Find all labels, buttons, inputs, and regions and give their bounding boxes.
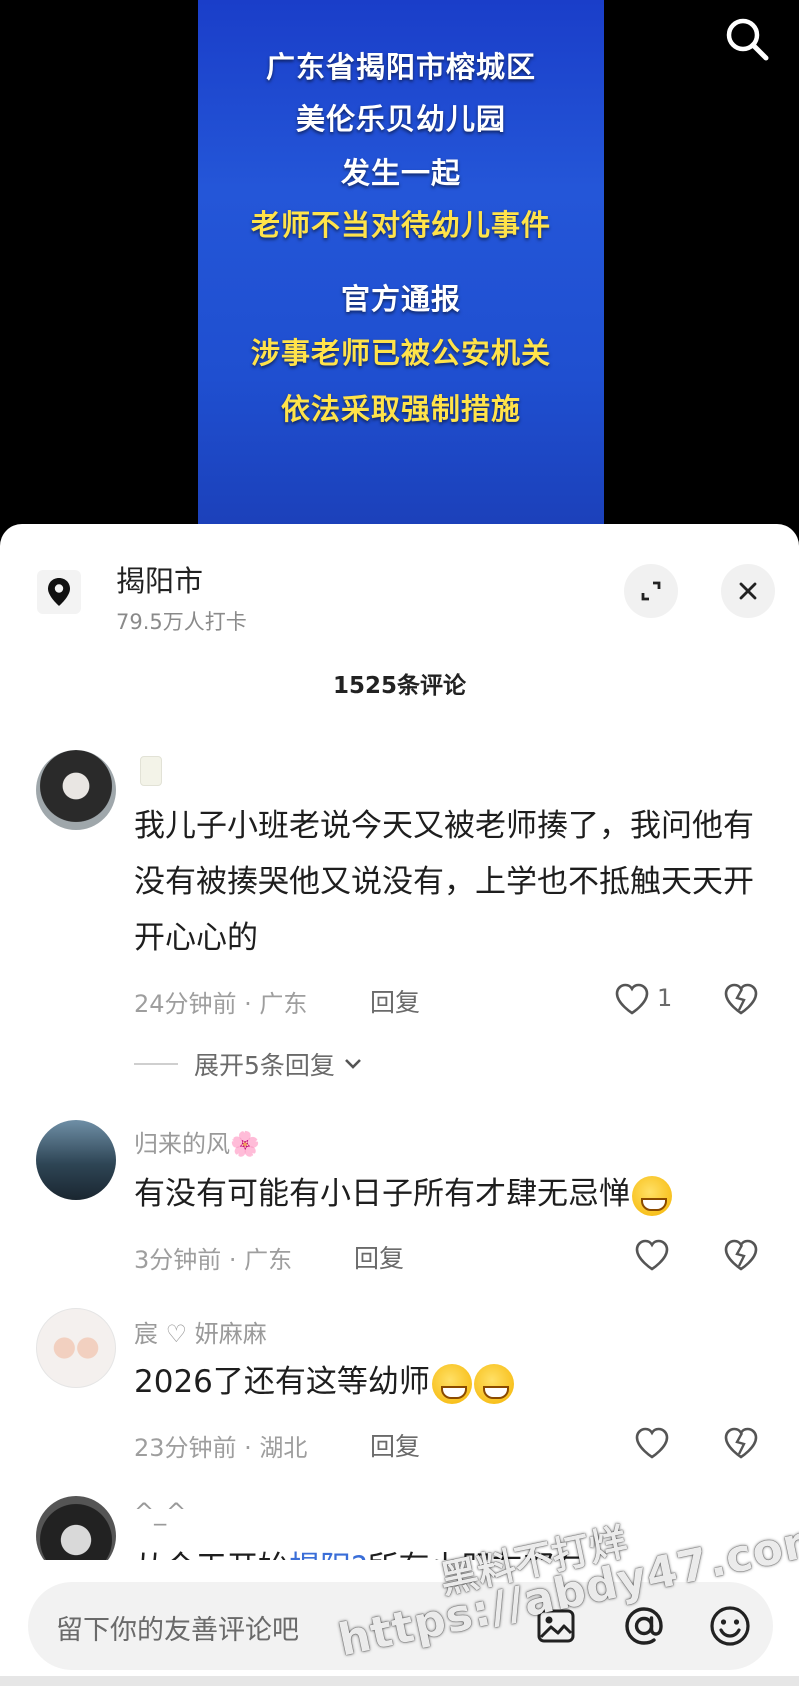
reply-button[interactable]: 回复 (354, 1239, 404, 1275)
grin-sweat-emoji-icon (473, 1363, 514, 1404)
bottom-divider (0, 1676, 799, 1686)
avatar[interactable] (36, 1120, 116, 1200)
comment-username[interactable]: ^_^ (134, 1498, 186, 1526)
comment-time-location: 23分钟前 · 湖北 (134, 1434, 308, 1462)
dislike-icon[interactable] (722, 981, 760, 1017)
video-caption-line: 广东省揭阳市榕城区 (265, 50, 536, 84)
location-checkins: 79.5万人打卡 (116, 610, 247, 634)
close-icon (739, 582, 757, 600)
video-caption-line: 美伦乐贝幼儿园 (295, 102, 506, 136)
like-icon[interactable] (634, 1238, 670, 1272)
reply-button[interactable]: 回复 (370, 1427, 420, 1463)
expand-replies-button[interactable]: 展开5条回复 (134, 1046, 365, 1082)
video-caption-line: 涉事老师已被公安机关 (250, 336, 551, 370)
comment-time-location: 24分钟前 · 广东 (134, 990, 308, 1018)
user-badge-icon (140, 756, 162, 786)
close-button[interactable] (721, 564, 775, 618)
like-count: 1 (657, 984, 673, 1012)
avatar[interactable] (36, 750, 116, 830)
comment-username[interactable]: 归来的风🌸 (134, 1124, 260, 1159)
comment-text: 2026了还有这等幼师 (134, 1354, 754, 1410)
video-caption-line: 官方通报 (340, 282, 461, 316)
video-player[interactable]: 广东省揭阳市榕城区 美伦乐贝幼儿园 发生一起 老师不当对待幼儿事件 官方通报 涉… (0, 0, 799, 540)
chevron-down-icon (344, 1059, 361, 1069)
at-icon[interactable] (618, 1600, 670, 1652)
dislike-icon[interactable] (722, 1237, 760, 1273)
comment-input-placeholder: 留下你的友善评论吧 (56, 1615, 299, 1646)
expand-replies-label: 展开5条回复 (194, 1051, 335, 1080)
location-pin-icon (37, 570, 81, 614)
expand-icon (641, 581, 661, 601)
reply-button[interactable]: 回复 (370, 983, 420, 1019)
video-caption-line: 发生一起 (340, 156, 461, 190)
location-name[interactable]: 揭阳市 (116, 558, 203, 600)
emoji-icon[interactable] (704, 1600, 756, 1652)
grin-emoji-icon (632, 1175, 672, 1216)
like-icon[interactable] (634, 1426, 670, 1460)
expand-sheet-button[interactable] (624, 564, 678, 618)
comments-sheet: 揭阳市 79.5万人打卡 1525条评论 我儿子小班老说今天又被老师揍了，我问他… (0, 524, 799, 1686)
like-icon[interactable] (614, 982, 650, 1016)
comment-count: 1525条评论 (332, 673, 466, 699)
comment-text-body: 有没有可能有小日子所有才肆无忌惮 (134, 1176, 630, 1212)
comment-text: 我儿子小班老说今天又被老师揍了，我问他有没有被揍哭他又说没有，上学也不抵触天天开… (134, 808, 754, 956)
comment-username[interactable]: 宸 ♡ 妍麻麻 (134, 1314, 267, 1349)
dislike-icon[interactable] (722, 1425, 760, 1461)
comment-text: 有没有可能有小日子所有才肆无忌惮 (134, 1166, 754, 1222)
divider (134, 1063, 178, 1065)
search-icon[interactable] (722, 14, 772, 64)
grin-sweat-emoji-icon (431, 1363, 472, 1404)
video-caption-line: 依法采取强制措施 (280, 392, 521, 426)
avatar[interactable] (36, 1308, 116, 1388)
video-frame: 广东省揭阳市榕城区 美伦乐贝幼儿园 发生一起 老师不当对待幼儿事件 官方通报 涉… (198, 0, 604, 540)
screen: 广东省揭阳市榕城区 美伦乐贝幼儿园 发生一起 老师不当对待幼儿事件 官方通报 涉… (0, 0, 799, 1686)
video-caption-line: 老师不当对待幼儿事件 (250, 208, 551, 242)
comment-time-location: 3分钟前 · 广东 (134, 1246, 293, 1274)
comment-text-body: 2026了还有这等幼师 (134, 1364, 430, 1400)
